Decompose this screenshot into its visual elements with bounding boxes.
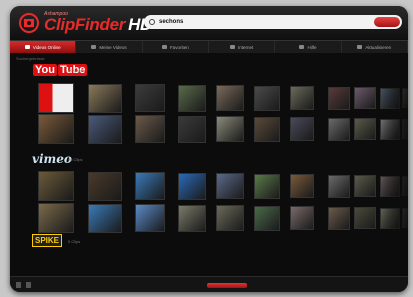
refresh-icon: [357, 45, 363, 49]
video-thumbnail[interactable]: [290, 86, 314, 110]
help-icon: [299, 45, 305, 49]
video-thumbnail[interactable]: [328, 174, 350, 198]
results-subtitle: Suchergebnisse: [16, 56, 45, 61]
globe-icon: [24, 45, 30, 49]
spike-logo[interactable]: SPIKE: [32, 234, 63, 247]
search-button[interactable]: [374, 17, 400, 27]
vimeo-row-2: [10, 203, 408, 233]
settings-icon[interactable]: [16, 282, 21, 288]
youtube-row-2: [10, 114, 408, 144]
tab-aktualisieren[interactable]: Aktualisieren: [342, 41, 408, 53]
folder-icon: [91, 45, 97, 49]
video-thumbnail[interactable]: [402, 208, 408, 228]
tab-label: Hilfe: [307, 44, 317, 50]
vimeo-clip-count: 96 Clips: [68, 157, 83, 162]
youtube-logo-left: You: [33, 64, 57, 76]
video-thumbnail[interactable]: [178, 115, 206, 143]
video-thumbnail[interactable]: [254, 85, 280, 111]
video-thumbnail[interactable]: [38, 203, 74, 233]
tab-videos-online[interactable]: Videos Online: [10, 41, 77, 53]
video-thumbnail[interactable]: [88, 83, 122, 113]
video-thumbnail[interactable]: [354, 118, 376, 140]
video-thumbnail[interactable]: [328, 117, 350, 141]
youtube-row-1: [10, 83, 408, 113]
video-thumbnail[interactable]: [402, 119, 408, 139]
video-thumbnail[interactable]: [38, 114, 74, 144]
video-thumbnail[interactable]: [135, 84, 165, 112]
video-thumbnail[interactable]: [38, 171, 74, 201]
video-thumbnail[interactable]: [254, 173, 280, 199]
spike-clip-count: 0 Clips: [68, 239, 81, 244]
tab-label: Videos Online: [32, 44, 61, 50]
star-icon: [161, 45, 167, 49]
tab-label: Internet: [238, 44, 254, 50]
brand-name: ClipFinder: [44, 15, 126, 34]
video-thumbnail[interactable]: [178, 204, 206, 232]
tab-meine-videos[interactable]: Meine Videos: [76, 41, 143, 53]
video-thumbnail[interactable]: [328, 206, 350, 230]
scrollbar-handle[interactable]: [207, 283, 247, 288]
video-thumbnail[interactable]: [380, 87, 400, 109]
video-thumbnail[interactable]: [290, 174, 314, 198]
video-thumbnail[interactable]: [354, 207, 376, 229]
video-thumbnail[interactable]: [135, 115, 165, 143]
video-thumbnail[interactable]: [135, 172, 165, 200]
video-thumbnail[interactable]: [178, 172, 206, 200]
video-thumbnail[interactable]: [178, 84, 206, 112]
video-thumbnail[interactable]: [135, 204, 165, 232]
video-thumbnail[interactable]: [402, 88, 408, 108]
user-icon[interactable]: [26, 282, 31, 288]
bottom-bar: [10, 276, 408, 292]
video-thumbnail[interactable]: [216, 173, 244, 199]
video-thumbnail[interactable]: [402, 176, 408, 196]
tab-internet[interactable]: Internet: [209, 41, 276, 53]
video-thumbnail[interactable]: [216, 116, 244, 142]
video-thumbnail[interactable]: [88, 114, 122, 144]
tab-hilfe[interactable]: Hilfe: [275, 41, 342, 53]
video-thumbnail[interactable]: [254, 116, 280, 142]
film-reel-icon: [19, 13, 39, 33]
search-bar[interactable]: sechons: [144, 15, 402, 29]
tab-label: Favoriten: [169, 44, 189, 50]
header: Ashampoo ClipFinder HD sechons: [10, 6, 408, 40]
youtube-clip-count: 96 Clips: [68, 68, 83, 73]
video-thumbnail[interactable]: [254, 205, 280, 231]
link-icon: [230, 45, 236, 49]
video-thumbnail[interactable]: [380, 118, 400, 140]
video-thumbnail[interactable]: [290, 206, 314, 230]
video-thumbnail[interactable]: [88, 171, 122, 201]
tab-favoriten[interactable]: Favoriten: [143, 41, 209, 53]
search-icon: [149, 19, 155, 25]
video-thumbnail[interactable]: [354, 87, 376, 109]
video-thumbnail[interactable]: [88, 203, 122, 233]
tab-bar: Videos Online Meine Videos Favoriten Int…: [10, 40, 408, 53]
tab-label: Aktualisieren: [365, 44, 392, 50]
search-input[interactable]: sechons: [159, 19, 374, 25]
video-thumbnail[interactable]: [328, 86, 350, 110]
video-thumbnail[interactable]: [380, 175, 400, 197]
vimeo-row-1: [10, 171, 408, 201]
video-thumbnail[interactable]: [216, 205, 244, 231]
app-logo: ClipFinder HD: [44, 15, 152, 35]
video-thumbnail[interactable]: [380, 207, 400, 229]
vimeo-logo[interactable]: vimeo: [32, 152, 72, 166]
video-thumbnail[interactable]: [290, 117, 314, 141]
video-thumbnail[interactable]: [38, 83, 74, 113]
app-window: Ashampoo ClipFinder HD sechons Videos Onl…: [10, 6, 408, 292]
video-thumbnail[interactable]: [354, 175, 376, 197]
tab-label: Meine Videos: [99, 44, 127, 50]
video-thumbnail[interactable]: [216, 85, 244, 111]
